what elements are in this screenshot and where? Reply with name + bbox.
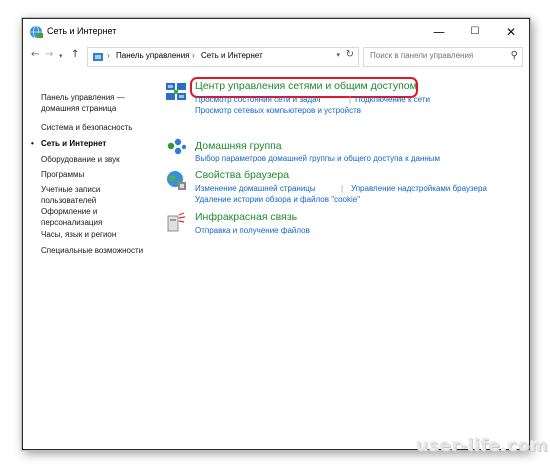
sidebar-item-hardware-sound[interactable]: Оборудование и звук [41, 155, 161, 166]
infrared-icon [167, 212, 186, 232]
search-input[interactable] [370, 51, 498, 60]
link-homegroup-settings[interactable]: Выбор параметров домашней группы и общег… [195, 154, 440, 163]
title-bar[interactable]: Сеть и Интернет — ☐ ✕ [23, 19, 529, 45]
address-dropdown-icon[interactable]: ▾ [336, 51, 340, 59]
sidebar-item-system-security[interactable]: Система и безопасность [41, 123, 161, 134]
category-title-network-center[interactable]: Центр управления сетями и общим доступом [195, 80, 417, 92]
navigation-bar: ← → ▾ ↑ › Панель управления › Сеть и Инт… [23, 45, 529, 69]
network-icon [30, 25, 43, 39]
recent-locations-chevron-icon[interactable]: ▾ [59, 52, 63, 60]
sidebar-item-label: Сеть и Интернет [41, 139, 107, 148]
link-view-network-status[interactable]: Просмотр состояния сети и задач [195, 95, 321, 104]
link-delete-browsing-history[interactable]: Удаление истории обзора и файлов "cookie… [195, 195, 360, 204]
close-button[interactable]: ✕ [493, 19, 529, 45]
breadcrumb-separator: › [192, 51, 195, 60]
homegroup-icon [167, 138, 187, 155]
link-separator: | [341, 184, 344, 193]
link-manage-addons[interactable]: Управление надстройками браузера [351, 184, 487, 193]
search-box[interactable]: ⚲ [363, 47, 523, 67]
category-title-infrared[interactable]: Инфракрасная связь [195, 211, 297, 223]
network-center-icon [166, 83, 186, 100]
link-send-receive-files[interactable]: Отправка и получение файлов [195, 226, 310, 235]
sidebar-item-user-accounts[interactable]: Учетные записи пользователей [41, 185, 121, 206]
breadcrumb-control-panel[interactable]: Панель управления [116, 51, 190, 60]
control-panel-window: Сеть и Интернет — ☐ ✕ ← → ▾ ↑ › Панель у… [22, 18, 530, 450]
link-change-homepage[interactable]: Изменение домашней страницы [195, 184, 316, 193]
link-separator: | [349, 95, 352, 104]
maximize-button[interactable]: ☐ [457, 19, 493, 45]
search-icon[interactable]: ⚲ [511, 50, 518, 61]
main-content: Центр управления сетями и общим доступом… [163, 69, 529, 449]
address-bar[interactable]: › Панель управления › Сеть и Интернет ▾ … [87, 47, 359, 67]
sidebar-item-network-internet[interactable]: • Сеть и Интернет [31, 139, 161, 150]
breadcrumb-separator: › [107, 51, 110, 60]
browser-properties-icon [167, 171, 186, 190]
watermark: user-life.com [416, 436, 549, 456]
up-arrow-icon[interactable]: ↑ [71, 49, 79, 60]
sidebar-item-appearance[interactable]: Оформление и персонализация [41, 207, 121, 228]
breadcrumb-network-internet[interactable]: Сеть и Интернет [201, 51, 263, 60]
link-view-network-computers[interactable]: Просмотр сетевых компьютеров и устройств [195, 106, 361, 115]
minimize-button[interactable]: — [421, 19, 457, 45]
sidebar-item-clock-region[interactable]: Часы, язык и регион [41, 230, 161, 241]
back-arrow-icon[interactable]: ← [31, 49, 39, 60]
category-title-browser-properties[interactable]: Свойства браузера [195, 169, 289, 181]
sidebar-item-accessibility[interactable]: Специальные возможности [41, 246, 161, 257]
sidebar-item-programs[interactable]: Программы [41, 170, 161, 181]
forward-arrow-icon[interactable]: → [45, 49, 53, 60]
control-panel-icon [93, 53, 103, 61]
active-bullet: • [31, 139, 34, 148]
refresh-icon[interactable]: ↻ [346, 49, 354, 60]
sidebar-item-home[interactable]: Панель управления — домашняя страница [41, 93, 161, 114]
window-title: Сеть и Интернет [47, 26, 117, 36]
link-connect-to-network[interactable]: Подключение к сети [355, 95, 430, 104]
category-title-homegroup[interactable]: Домашняя группа [195, 140, 282, 152]
